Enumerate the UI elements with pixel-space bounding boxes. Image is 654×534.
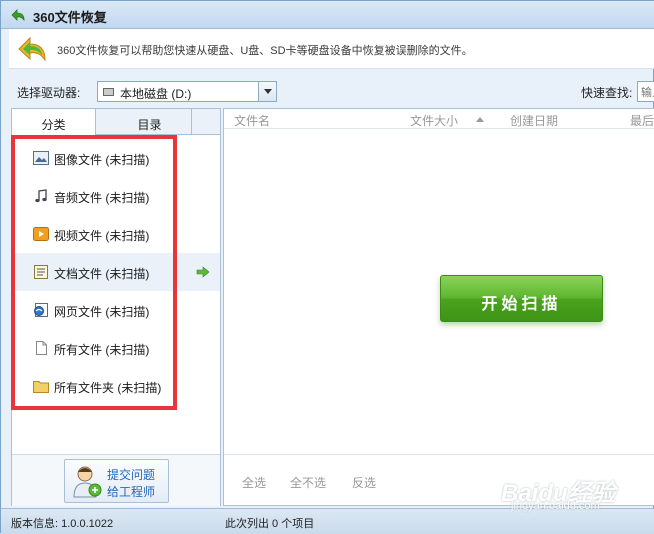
invert-selection-link[interactable]: 反选 <box>352 474 376 491</box>
banner: 360文件恢复可以帮助您快速从硬盘、U盘、SD卡等硬盘设备中恢复被误删除的文件。 <box>9 29 654 69</box>
column-created[interactable]: 创建日期 <box>510 112 558 129</box>
restore-logo-icon <box>18 36 46 62</box>
category-item-video[interactable]: 视频文件 (未扫描) <box>12 215 220 253</box>
item-count: 此次列出 0 个项目 <box>225 518 315 530</box>
category-item-webpages[interactable]: 网页文件 (未扫描) <box>12 291 220 329</box>
restore-arrow-icon <box>11 9 25 22</box>
drive-dropdown-button[interactable] <box>258 82 276 101</box>
select-none-link[interactable]: 全不选 <box>290 474 326 491</box>
app-window: 360文件恢复 360文件恢复可以帮助您快速从硬盘、U盘、SD卡等硬盘设备中恢复… <box>0 0 654 534</box>
select-all-link[interactable]: 全选 <box>242 474 266 491</box>
category-label: 文档文件 (未扫描) <box>54 267 150 281</box>
music-note-icon <box>35 189 47 203</box>
category-pane: 分类 目录 图像文件 (未扫描) 音频文件 (未扫描) 视频文件 (未扫描) 文… <box>11 108 221 506</box>
category-item-all-files[interactable]: 所有文件 (未扫描) <box>12 329 220 367</box>
drive-label: 选择驱动器: <box>17 86 81 100</box>
video-icon <box>33 227 49 241</box>
file-list-pane: 文件名 文件大小 创建日期 最后 开始扫描 全选 全不选 反选 <box>223 108 654 506</box>
chevron-down-icon <box>264 89 272 94</box>
hard-disk-icon <box>103 88 114 96</box>
webpage-icon <box>34 303 48 317</box>
category-label: 网页文件 (未扫描) <box>54 305 150 319</box>
category-item-all-folders[interactable]: 所有文件夹 (未扫描) <box>12 367 220 405</box>
image-icon <box>33 151 49 165</box>
start-scan-button[interactable]: 开始扫描 <box>440 275 603 322</box>
engineer-icon <box>73 466 102 498</box>
category-label: 图像文件 (未扫描) <box>54 153 150 167</box>
category-list: 图像文件 (未扫描) 音频文件 (未扫描) 视频文件 (未扫描) 文档文件 (未… <box>12 139 220 405</box>
help-line2: 给工程师 <box>107 485 156 499</box>
sort-asc-icon <box>476 117 484 122</box>
category-label: 所有文件 (未扫描) <box>54 343 150 357</box>
arrow-right-icon <box>196 266 210 278</box>
help-line1: 提交问题 <box>107 468 156 482</box>
window-title: 360文件恢复 <box>33 10 107 25</box>
title-bar: 360文件恢复 <box>1 1 654 29</box>
drive-select[interactable]: 本地磁盘 (D:) <box>97 81 277 102</box>
category-item-images[interactable]: 图像文件 (未扫描) <box>12 139 220 177</box>
category-label: 音频文件 (未扫描) <box>54 191 150 205</box>
folder-icon <box>33 381 49 393</box>
column-filesize[interactable]: 文件大小 <box>410 112 458 129</box>
version-info: 版本信息: 1.0.0.1022 <box>11 518 114 530</box>
category-label: 所有文件夹 (未扫描) <box>54 381 162 395</box>
quick-search-input[interactable] <box>637 81 654 102</box>
drive-value: 本地磁盘 (D:) <box>120 87 192 101</box>
blank-file-icon <box>36 341 47 355</box>
tab-directory[interactable]: 目录 <box>108 109 192 134</box>
category-item-audio[interactable]: 音频文件 (未扫描) <box>12 177 220 215</box>
column-header: 文件名 文件大小 创建日期 最后 <box>224 109 654 129</box>
document-icon <box>34 265 48 279</box>
quick-search-label: 快速查找: <box>581 86 633 100</box>
category-item-documents[interactable]: 文档文件 (未扫描) <box>12 253 220 291</box>
banner-description: 360文件恢复可以帮助您快速从硬盘、U盘、SD卡等硬盘设备中恢复被误删除的文件。 <box>57 45 473 57</box>
toolbar: 选择驱动器: 本地磁盘 (D:) 快速查找: <box>9 79 654 103</box>
baidu-watermark-url: jingyan.baidu.com <box>511 500 600 512</box>
column-last-modified[interactable]: 最后 <box>630 112 654 129</box>
column-filename[interactable]: 文件名 <box>234 112 270 129</box>
tab-category[interactable]: 分类 <box>12 109 96 135</box>
tab-bar: 分类 目录 <box>12 109 220 135</box>
submit-question-button[interactable]: 提交问题 给工程师 <box>64 459 169 503</box>
help-area: 提交问题 给工程师 <box>12 454 220 506</box>
category-label: 视频文件 (未扫描) <box>54 229 150 243</box>
